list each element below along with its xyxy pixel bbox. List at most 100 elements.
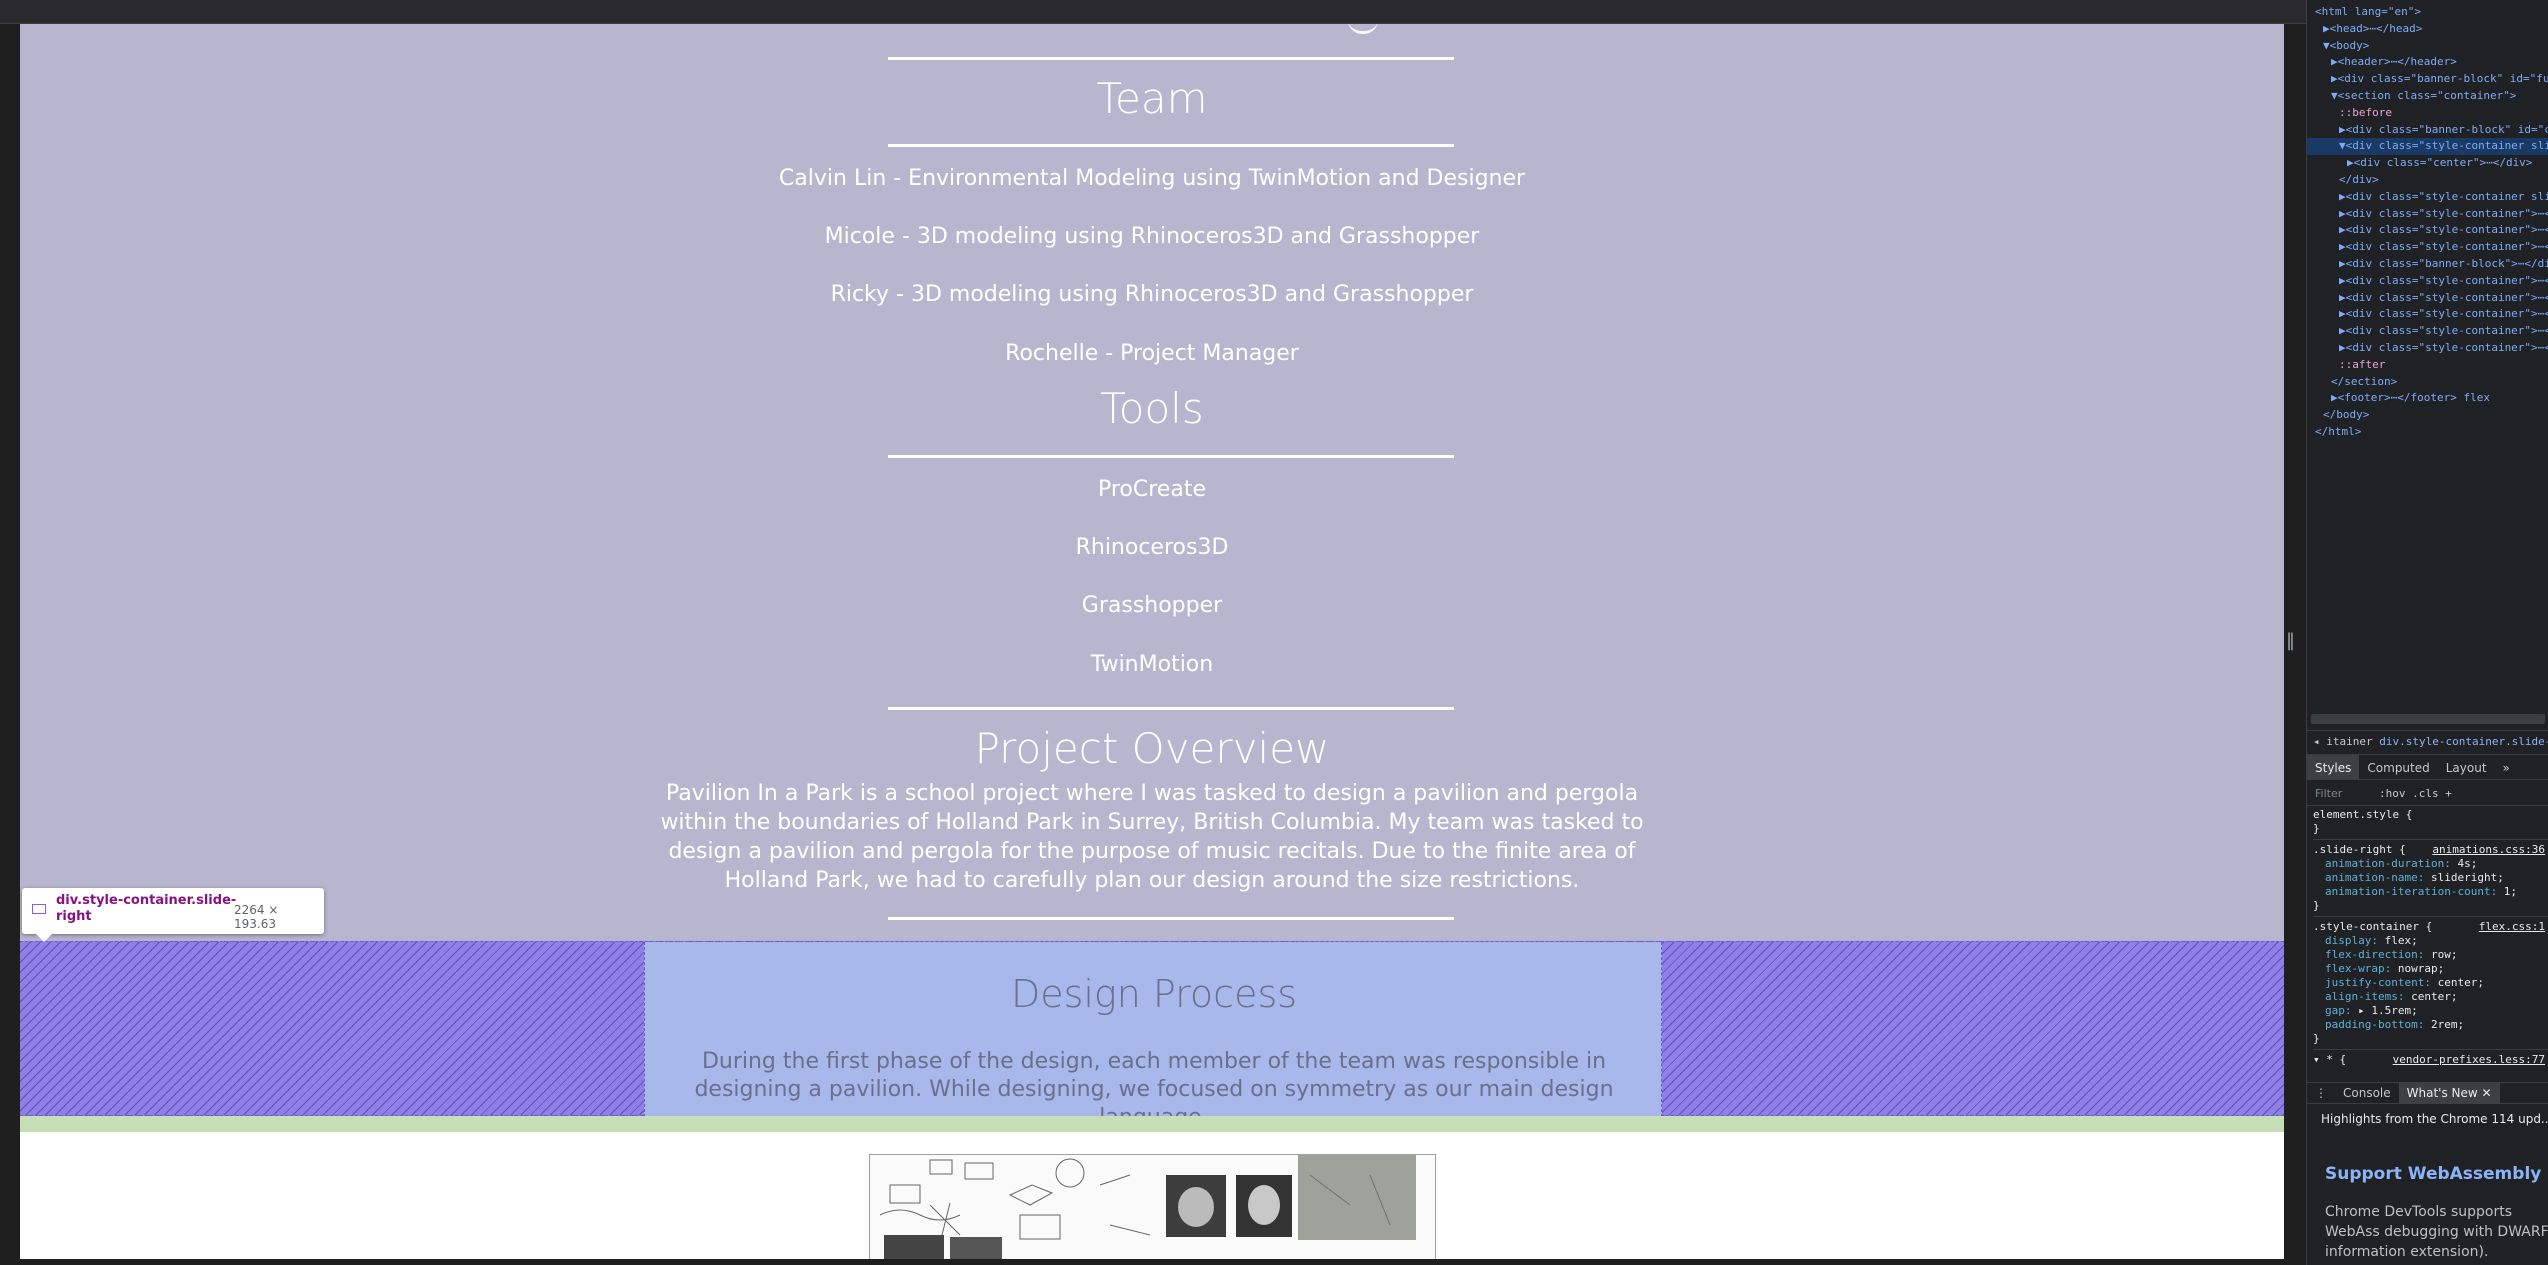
tool-item: ProCreate xyxy=(1097,477,1206,502)
dom-breadcrumb: ◂ itainer div.style-container.slide-righ… xyxy=(2307,730,2548,752)
design-process-center-box: Design Process During the first phase of… xyxy=(644,942,1662,1130)
css-rule-selector[interactable]: .style-container {flex.css:1 xyxy=(2313,920,2548,934)
browser-viewport: Team Calvin Lin - Environmental Modeling… xyxy=(0,0,2306,1265)
cropped-heading-glyph xyxy=(1348,24,1378,34)
tab-computed[interactable]: Computed xyxy=(2359,755,2437,779)
styles-filter-tools[interactable]: :hov .cls + xyxy=(2379,782,2452,806)
dom-node[interactable]: ▶<div class="style-container">⋯</div> fl… xyxy=(2307,222,2548,239)
drawer-tab-bar: ⋮ Console What's New ✕ xyxy=(2307,1082,2548,1104)
team-member: Calvin Lin - Environmental Modeling usin… xyxy=(778,166,1526,191)
whats-new-text: Chrome DevTools supports WebAss debuggin… xyxy=(2325,1204,2548,1260)
project-overview-heading: Project Overview xyxy=(974,724,1330,773)
tooltip-element-name: div.style-container.slide-right xyxy=(56,893,237,924)
dom-node[interactable]: </section> xyxy=(2307,374,2548,391)
sketch-drawing xyxy=(879,1155,1416,1259)
element-icon xyxy=(32,904,46,914)
css-rule-close: } xyxy=(2313,1032,2320,1045)
css-rule-close: } xyxy=(2313,899,2320,912)
dom-node[interactable]: ▶<div class="center">⋯</div> xyxy=(2307,155,2548,172)
css-rules-list[interactable]: element.style {} .slide-right {animations… xyxy=(2307,808,2548,1070)
dom-node[interactable]: ▶<div class="style-container">⋯</div> fl… xyxy=(2307,323,2548,340)
viewport-top-bar xyxy=(0,0,2306,24)
dom-node[interactable]: ▼<body> xyxy=(2307,38,2548,55)
dom-node[interactable]: ▶<div class="style-container">⋯</div> fl… xyxy=(2307,290,2548,307)
devtools-panel: <html lang="en"> ▶<head>⋯</head> ▼<body> ▶<… xyxy=(2306,0,2548,1265)
elements-tree[interactable]: <html lang="en"> ▶<head>⋯</head> ▼<body> ▶<… xyxy=(2307,0,2548,710)
team-heading: Team xyxy=(1096,74,1208,123)
styles-tab-bar: Styles Computed Layout » xyxy=(2307,754,2548,780)
dom-node[interactable]: ▶<div class="style-container">⋯</div> fl… xyxy=(2307,206,2548,223)
divider-rule xyxy=(888,144,1454,147)
inspected-element-highlight: Design Process During the first phase of… xyxy=(20,941,2284,1130)
css-property[interactable]: display: flex; xyxy=(2313,934,2548,948)
tool-item: Rhinoceros3D xyxy=(1075,535,1229,560)
dom-node[interactable]: ▶<footer>⋯</footer> flex xyxy=(2307,390,2548,407)
dom-node[interactable]: <html lang="en"> xyxy=(2307,4,2548,21)
horizontal-scrollbar[interactable] xyxy=(2311,714,2545,724)
css-property[interactable]: animation-iteration-count: 1; xyxy=(2313,885,2548,899)
styles-filter-row: Filter :hov .cls + xyxy=(2307,782,2548,806)
padding-highlight-strip xyxy=(20,1116,2284,1132)
dom-node[interactable]: ▼<div class="style-container slide-right… xyxy=(2307,138,2548,156)
tools-heading: Tools xyxy=(1100,384,1204,433)
design-process-heading: Design Process xyxy=(1010,972,1298,1016)
inspect-tooltip: div.style-container.slide-right 2264 × 1… xyxy=(22,888,324,942)
dom-node[interactable]: ▼<section class="container"> xyxy=(2307,88,2548,105)
dom-node[interactable]: ::before xyxy=(2307,105,2548,122)
divider-rule xyxy=(888,57,1454,60)
drag-handle-icon[interactable]: ‖ xyxy=(2286,630,2296,658)
dom-node[interactable]: </html> xyxy=(2307,424,2548,441)
dom-node[interactable]: ▶<header>⋯</header> xyxy=(2307,54,2548,71)
tab-console[interactable]: Console xyxy=(2335,1082,2399,1104)
dom-node[interactable]: ::after xyxy=(2307,357,2548,374)
dom-node[interactable]: ▶<head>⋯</head> xyxy=(2307,21,2548,38)
tab-styles[interactable]: Styles xyxy=(2307,755,2360,779)
dom-node[interactable]: ▶<div class="banner-block" id="full-spre… xyxy=(2307,71,2548,88)
dom-node[interactable]: ▶<div class="banner-block">⋯</div> xyxy=(2307,256,2548,273)
dom-node[interactable]: </body> xyxy=(2307,407,2548,424)
css-source-link[interactable]: vendor-prefixes.less:77 xyxy=(2393,1053,2548,1067)
breadcrumb-active[interactable]: div.style-container.slide-right xyxy=(2379,735,2548,748)
whats-new-panel: Highlights from the Chrome 114 upd... Su… xyxy=(2307,1106,2548,1265)
css-rule-close: } xyxy=(2313,822,2320,835)
tab-layout[interactable]: Layout xyxy=(2438,755,2495,779)
team-member: Rochelle - Project Manager xyxy=(1005,341,1299,366)
css-property[interactable]: justify-content: center; xyxy=(2313,976,2548,990)
dom-node[interactable]: ▶<div class="style-container slide-left"… xyxy=(2307,189,2548,206)
css-source-link[interactable]: animations.css:36 xyxy=(2432,843,2548,857)
css-rule-selector[interactable]: ▾ * {vendor-prefixes.less:77 xyxy=(2313,1053,2548,1067)
web-page[interactable]: Team Calvin Lin - Environmental Modeling… xyxy=(20,24,2284,1259)
tool-item: Grasshopper xyxy=(1081,593,1223,618)
css-property[interactable]: animation-name: slideright; xyxy=(2313,871,2548,885)
tab-whats-new[interactable]: What's New ✕ xyxy=(2398,1082,2500,1104)
css-property[interactable]: align-items: center; xyxy=(2313,990,2548,1004)
css-rule-selector[interactable]: element.style { xyxy=(2313,808,2548,822)
tooltip-element-size: 2264 × 193.63 xyxy=(234,903,279,931)
css-property[interactable]: animation-duration: 4s; xyxy=(2313,857,2548,871)
team-member: Micole - 3D modeling using Rhinoceros3D … xyxy=(824,224,1480,249)
dom-node[interactable]: ▶<div class="style-container">⋯</div> fl… xyxy=(2307,340,2548,357)
dom-node[interactable]: ▶<div class="banner-block" id="contentst… xyxy=(2307,122,2548,139)
css-property[interactable]: flex-direction: row; xyxy=(2313,948,2548,962)
drawer-menu-icon[interactable]: ⋮ xyxy=(2307,1082,2335,1104)
css-property[interactable]: padding-bottom: 2rem; xyxy=(2313,1018,2548,1032)
team-member: Ricky - 3D modeling using Rhinoceros3D a… xyxy=(830,282,1474,307)
whats-new-title[interactable]: Support WebAssembly debu xyxy=(2325,1164,2548,1184)
breadcrumb-prev[interactable]: ◂ itainer xyxy=(2313,735,2373,748)
divider-rule xyxy=(888,917,1454,920)
css-source-link[interactable]: flex.css:1 xyxy=(2479,920,2548,934)
project-overview-text: Pavilion In a Park is a school project w… xyxy=(660,781,1644,893)
whats-new-highlights: Highlights from the Chrome 114 upd... xyxy=(2321,1112,2548,1126)
divider-rule xyxy=(888,455,1454,458)
css-property[interactable]: gap: ▸ 1.5rem; xyxy=(2313,1004,2548,1018)
dom-node[interactable]: ▶<div class="style-container">⋯</div> fl… xyxy=(2307,273,2548,290)
css-property[interactable]: flex-wrap: nowrap; xyxy=(2313,962,2548,976)
more-tabs-icon[interactable]: » xyxy=(2495,755,2518,779)
dom-node[interactable]: ▶<div class="style-container">⋯</div> fl… xyxy=(2307,239,2548,256)
css-rule-selector[interactable]: .slide-right {animations.css:36 xyxy=(2313,843,2548,857)
dom-node[interactable]: </div> xyxy=(2307,172,2548,189)
design-sketch-image xyxy=(869,1154,1436,1259)
styles-filter-input[interactable]: Filter xyxy=(2315,787,2342,800)
divider-rule xyxy=(888,707,1454,710)
dom-node[interactable]: ▶<div class="style-container">⋯</div> fl… xyxy=(2307,306,2548,323)
